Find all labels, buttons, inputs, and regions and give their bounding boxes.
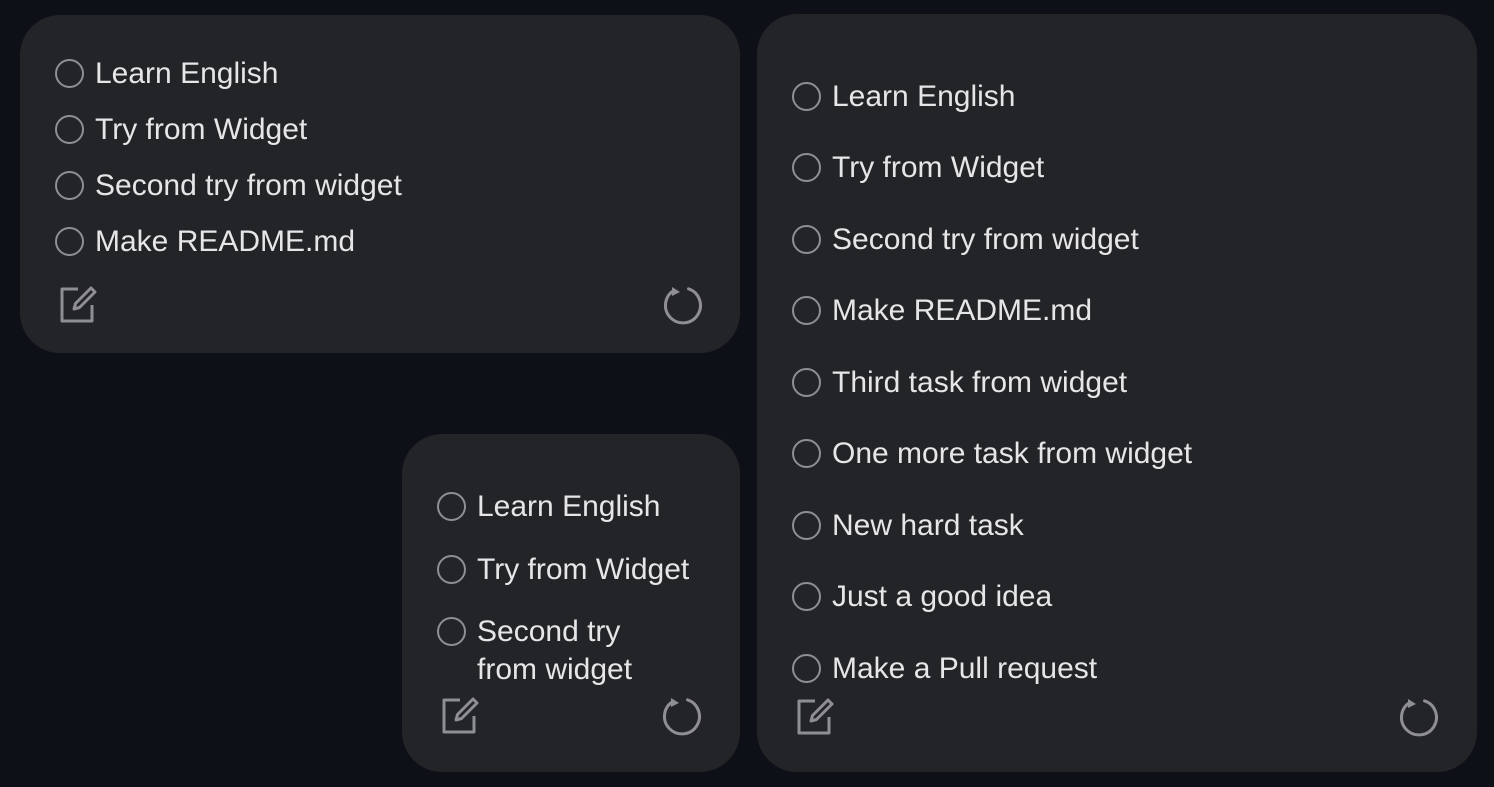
task-item[interactable]: Second try from widget — [437, 613, 677, 689]
task-item[interactable]: Make a Pull request — [792, 650, 1097, 688]
task-item[interactable]: Make README.md — [55, 223, 355, 261]
task-label: Second try from widget — [95, 169, 402, 202]
task-item[interactable]: Second try from widget — [55, 167, 402, 205]
task-checkbox[interactable] — [792, 296, 821, 325]
edit-icon — [442, 697, 479, 734]
task-item[interactable]: Make README.md — [792, 292, 1092, 330]
task-checkbox[interactable] — [55, 59, 84, 88]
task-item[interactable]: One more task from widget — [792, 435, 1192, 473]
task-item[interactable]: Learn English — [55, 55, 278, 93]
task-checkbox[interactable] — [792, 511, 821, 540]
todo-widget-small: Learn English Try from Widget Second try… — [402, 434, 740, 772]
task-checkbox[interactable] — [792, 153, 821, 182]
task-label: Second try from widget — [477, 615, 633, 686]
task-checkbox[interactable] — [792, 368, 821, 397]
edit-icon — [60, 286, 97, 323]
edit-button[interactable] — [56, 283, 100, 327]
task-checkbox[interactable] — [792, 439, 821, 468]
task-checkbox[interactable] — [792, 654, 821, 683]
task-item[interactable]: Second try from widget — [792, 221, 1139, 259]
refresh-button[interactable] — [661, 283, 705, 327]
task-label: Try from Widget — [477, 553, 690, 586]
refresh-icon — [1400, 699, 1438, 737]
task-label: Just a good idea — [832, 580, 1053, 613]
task-checkbox[interactable] — [792, 582, 821, 611]
task-label: Make README.md — [832, 294, 1093, 327]
task-label: Try from Widget — [832, 151, 1045, 184]
task-item[interactable]: Try from Widget — [437, 551, 695, 589]
refresh-button[interactable] — [660, 694, 704, 738]
task-item[interactable]: Try from Widget — [55, 111, 307, 149]
task-label: Try from Widget — [95, 113, 308, 146]
refresh-icon — [663, 698, 701, 736]
widgets-canvas: Learn English Try from Widget Second try… — [0, 0, 1494, 787]
task-checkbox[interactable] — [437, 617, 466, 646]
refresh-icon — [664, 287, 702, 325]
task-label: Learn English — [95, 57, 279, 90]
task-label: Third task from widget — [832, 366, 1128, 399]
task-label: One more task from widget — [832, 437, 1193, 470]
task-label: Make a Pull request — [832, 652, 1098, 685]
todo-widget-large: Learn English Try from Widget Second try… — [757, 14, 1477, 772]
task-item[interactable]: Learn English — [792, 78, 1015, 116]
todo-widget-medium: Learn English Try from Widget Second try… — [20, 15, 740, 353]
refresh-button[interactable] — [1397, 695, 1441, 739]
task-label: Learn English — [832, 80, 1016, 113]
edit-button[interactable] — [793, 695, 837, 739]
task-label: Second try from widget — [832, 223, 1139, 256]
task-checkbox[interactable] — [437, 555, 466, 584]
task-label: Make README.md — [95, 225, 356, 258]
task-checkbox[interactable] — [55, 115, 84, 144]
task-item[interactable]: Learn English — [437, 488, 660, 526]
task-label: New hard task — [832, 509, 1024, 542]
task-item[interactable]: Third task from widget — [792, 364, 1127, 402]
task-checkbox[interactable] — [792, 82, 821, 111]
task-checkbox[interactable] — [792, 225, 821, 254]
task-checkbox[interactable] — [55, 227, 84, 256]
task-item[interactable]: Just a good idea — [792, 578, 1052, 616]
task-item[interactable]: New hard task — [792, 507, 1024, 545]
task-label: Learn English — [477, 490, 661, 523]
task-checkbox[interactable] — [55, 171, 84, 200]
edit-button[interactable] — [438, 694, 482, 738]
task-checkbox[interactable] — [437, 492, 466, 521]
edit-icon — [797, 698, 834, 735]
task-item[interactable]: Try from Widget — [792, 149, 1044, 187]
